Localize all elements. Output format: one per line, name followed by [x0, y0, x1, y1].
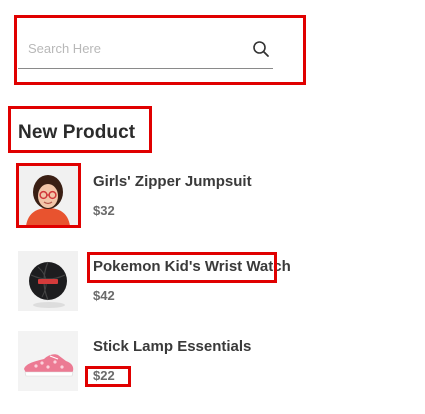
product-price: $42: [93, 288, 115, 303]
product-item: Stick Lamp Essentials $22: [18, 331, 398, 393]
search-input[interactable]: [18, 34, 243, 62]
product-image[interactable]: [18, 251, 78, 311]
search-icon[interactable]: [251, 39, 271, 59]
product-item: Girls' Zipper Jumpsuit $32: [18, 166, 398, 228]
search-bar: [18, 30, 273, 69]
product-price: $22: [93, 368, 115, 383]
product-price: $32: [93, 203, 115, 218]
product-name[interactable]: Girls' Zipper Jumpsuit: [93, 173, 252, 190]
product-name[interactable]: Pokemon Kid's Wrist Watch: [93, 258, 291, 275]
product-image[interactable]: [18, 331, 78, 391]
product-name[interactable]: Stick Lamp Essentials: [93, 338, 251, 355]
product-image[interactable]: [18, 166, 78, 226]
product-item: Pokemon Kid's Wrist Watch $42: [18, 251, 398, 313]
section-title: New Product: [18, 122, 136, 143]
